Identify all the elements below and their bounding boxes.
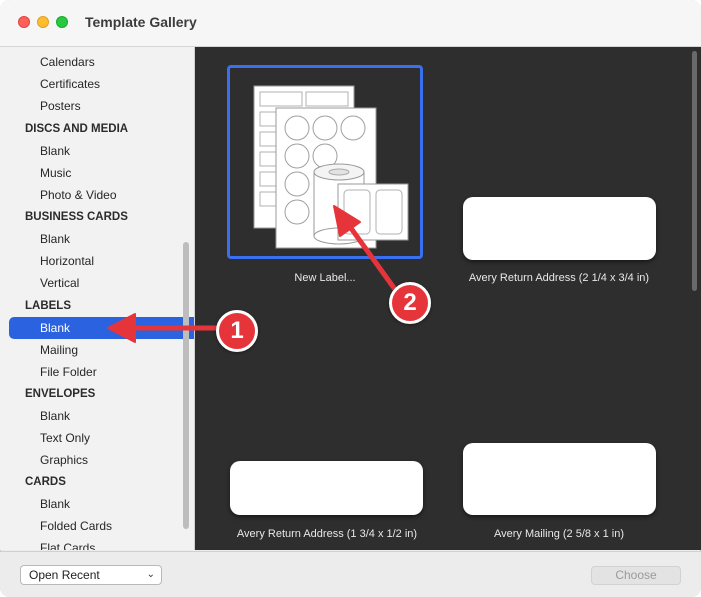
chevron-down-icon: ⌄ [146, 569, 155, 580]
template-gallery-window: Template Gallery Calendars Certificates … [0, 0, 701, 597]
template-avery-mailing[interactable] [463, 443, 656, 515]
sidebar-item-business-blank[interactable]: Blank [0, 228, 180, 250]
annotation-badge-2: 2 [389, 282, 431, 324]
minimize-window-button[interactable] [37, 16, 49, 28]
sidebar-item-file-folder[interactable]: File Folder [0, 361, 180, 383]
sidebar-item-vertical[interactable]: Vertical [0, 272, 180, 294]
sidebar-item-labels-blank[interactable]: Blank [9, 317, 194, 339]
sidebar-item-flat-cards[interactable]: Flat Cards [0, 537, 180, 550]
sidebar-header-discs-and-media: DISCS AND MEDIA [25, 123, 129, 135]
sidebar-item-graphics[interactable]: Graphics [0, 449, 180, 471]
open-recent-label: Open Recent [29, 568, 100, 582]
template-avery-return-address-1-3-4[interactable] [230, 461, 423, 515]
sidebar-header-business-cards: BUSINESS CARDS [25, 211, 128, 223]
template-caption-avery-return-2-1-4: Avery Return Address (2 1/4 x 3/4 in) [468, 272, 650, 284]
window-title: Template Gallery [85, 14, 197, 30]
sidebar-header-envelopes: ENVELOPES [25, 388, 96, 400]
template-caption-avery-mailing: Avery Mailing (2 5/8 x 1 in) [493, 528, 625, 540]
sidebar-item-mailing[interactable]: Mailing [0, 339, 180, 361]
annotation-badge-1: 1 [216, 310, 258, 352]
sidebar-item-cards-blank[interactable]: Blank [0, 493, 180, 515]
zoom-window-button[interactable] [56, 16, 68, 28]
gallery-scrollbar[interactable] [692, 51, 697, 291]
sidebar-item-calendars[interactable]: Calendars [0, 51, 180, 73]
template-gallery-grid[interactable]: New Label... Avery Return Address (2 1/4… [195, 47, 701, 550]
template-caption-new-label: New Label... [294, 272, 356, 284]
sidebar-item-horizontal[interactable]: Horizontal [0, 250, 180, 272]
sidebar-item-folded-cards[interactable]: Folded Cards [0, 515, 180, 537]
choose-button[interactable]: Choose [591, 566, 681, 585]
template-caption-avery-return-1-3-4: Avery Return Address (1 3/4 x 1/2 in) [236, 528, 418, 540]
sidebar-header-cards: CARDS [25, 476, 66, 488]
template-new-label[interactable] [227, 65, 423, 259]
open-recent-popup[interactable]: Open Recent ⌄ [20, 565, 162, 585]
sidebar-item-certificates[interactable]: Certificates [0, 73, 180, 95]
template-avery-return-address-2-1-4[interactable] [463, 197, 656, 260]
close-window-button[interactable] [18, 16, 30, 28]
sidebar-item-photo-video[interactable]: Photo & Video [0, 184, 180, 206]
footer-bar: Open Recent ⌄ Choose [0, 551, 701, 597]
sidebar-header-labels: LABELS [25, 300, 71, 312]
title-bar: Template Gallery [0, 0, 701, 47]
sidebar-item-music[interactable]: Music [0, 162, 180, 184]
sidebar-item-text-only[interactable]: Text Only [0, 427, 180, 449]
sidebar-scrollbar[interactable] [183, 242, 189, 529]
sidebar-item-envelopes-blank[interactable]: Blank [0, 405, 180, 427]
label-sheets-roll-icon [253, 85, 409, 249]
category-sidebar[interactable]: Calendars Certificates Posters DISCS AND… [0, 47, 195, 550]
sidebar-item-posters[interactable]: Posters [0, 95, 180, 117]
sidebar-item-discs-blank[interactable]: Blank [0, 140, 180, 162]
